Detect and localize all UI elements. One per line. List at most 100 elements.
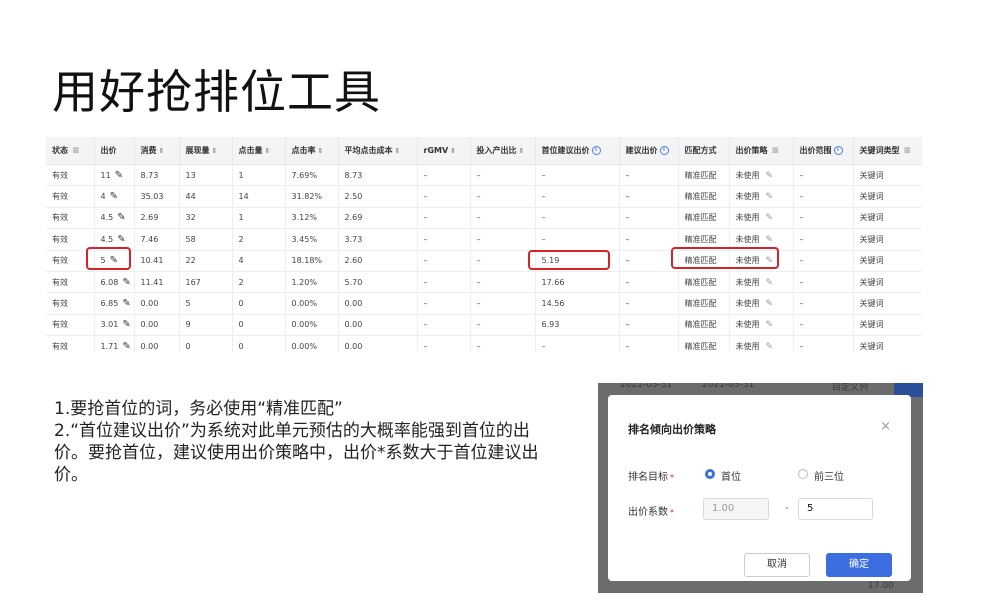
confirm-button[interactable]: 确定	[826, 553, 892, 577]
table-row: 有效 4.5 ✎ 7.46 58 2 3.45% 3.73– – – – 精准匹配 未使用 ✎ – 关键词	[46, 228, 922, 251]
table-cell: 2.69	[338, 207, 418, 230]
table-cell: –	[535, 207, 620, 230]
radio-first-label[interactable]: 首位	[721, 468, 741, 483]
radio-first[interactable]	[705, 469, 715, 479]
menu-icon[interactable]: ≡	[72, 146, 80, 156]
table-cell: 44	[179, 185, 233, 208]
edit-icon[interactable]: ✎	[122, 277, 130, 288]
column-header[interactable]: 出价策略 ≡	[729, 137, 794, 165]
table-cell: 2	[232, 228, 286, 251]
column-header[interactable]: 关键词类型 ≡	[853, 137, 922, 165]
edit-icon[interactable]: ✎	[117, 212, 125, 223]
table-cell: 0	[232, 292, 286, 315]
table-cell: –	[619, 335, 679, 352]
highlight-first-bid-cell	[528, 250, 610, 270]
table-header-row: 状态 ≡ 出价 消费 ⇕ 展现量 ⇕ 点击量 ⇕ 点击率 ⇕ 平均点击成本 ⇕ rGMV ⇕ 投入产出比 ⇕ 首位…	[46, 137, 922, 165]
table-cell: –	[417, 250, 471, 272]
menu-icon[interactable]: ≡	[772, 146, 780, 156]
edit-strategy-icon[interactable]: ✎	[766, 192, 774, 202]
edit-icon[interactable]: ✎	[110, 191, 118, 202]
table-row: 有效 6.85 ✎ 0.00 5 0 0.00% 0.00– –14.56– 精准匹配 未使用 ✎ – 关…	[46, 292, 922, 315]
table-cell: –	[793, 271, 854, 294]
menu-icon[interactable]: ≡	[904, 146, 912, 156]
column-header[interactable]: 消费 ⇕	[134, 137, 180, 165]
cancel-button[interactable]: 取消	[744, 553, 810, 577]
edit-icon[interactable]: ✎	[122, 319, 130, 330]
table-cell: –	[619, 250, 679, 272]
note-1: 1.要抢首位的词，务必使用“精准匹配”	[54, 399, 343, 419]
column-header[interactable]: 状态 ≡	[46, 137, 95, 165]
edit-icon[interactable]: ✎	[122, 298, 130, 309]
sort-icon[interactable]: ⇕	[212, 147, 218, 155]
table-cell: 关键词	[853, 228, 922, 251]
edit-strategy-icon[interactable]: ✎	[766, 320, 774, 330]
table-cell: 1	[232, 164, 286, 187]
sort-icon[interactable]: ⇕	[159, 147, 165, 155]
table-cell: 6.08 ✎	[94, 271, 135, 294]
table-cell: –	[535, 185, 620, 208]
table-cell: 18.18%	[285, 250, 339, 272]
table-cell: 8.73	[134, 164, 180, 187]
table-cell: 6.93	[535, 314, 620, 337]
close-icon[interactable]: ×	[880, 419, 891, 434]
sort-icon[interactable]: ⇕	[395, 147, 401, 155]
table-cell: 精准匹配	[678, 207, 730, 230]
sort-icon[interactable]: ⇕	[450, 147, 456, 155]
table-cell: –	[793, 228, 854, 251]
column-header[interactable]: 投入产出比 ⇕	[470, 137, 536, 165]
table-cell: 关键词	[853, 250, 922, 272]
table-cell: 有效	[46, 164, 95, 187]
table-cell: 1	[232, 207, 286, 230]
bg-custom-columns: 目定义列	[832, 383, 869, 393]
table-cell: 14	[232, 185, 286, 208]
table-cell: –	[793, 292, 854, 315]
column-header[interactable]: 平均点击成本 ⇕	[338, 137, 418, 165]
table-cell: –	[417, 314, 471, 337]
keyword-table: 状态 ≡ 出价 消费 ⇕ 展现量 ⇕ 点击量 ⇕ 点击率 ⇕ 平均点击成本 ⇕ rGMV ⇕ 投入产出比 ⇕ 首位…	[46, 137, 922, 352]
edit-strategy-icon[interactable]: ✎	[766, 213, 774, 223]
table-cell: –	[470, 250, 536, 272]
table-cell: 1.71 ✎	[94, 335, 135, 352]
table-cell: 关键词	[853, 271, 922, 294]
radio-top3[interactable]	[798, 469, 808, 479]
bg-date-end: 2021-03-31	[702, 383, 755, 390]
edit-icon[interactable]: ✎	[122, 341, 130, 352]
sort-icon[interactable]: ⇕	[265, 147, 271, 155]
column-header: 建议出价 i	[619, 137, 679, 165]
table-cell: 有效	[46, 314, 95, 337]
table-cell: 22	[179, 250, 233, 272]
table-cell: –	[417, 207, 471, 230]
sort-icon[interactable]: ⇕	[318, 147, 324, 155]
sort-icon[interactable]: ⇕	[519, 147, 525, 155]
table-cell: 未使用 ✎	[729, 185, 794, 208]
radio-top3-label[interactable]: 前三位	[814, 468, 844, 483]
edit-strategy-icon[interactable]: ✎	[766, 171, 774, 181]
notes: 1.要抢首位的词，务必使用“精准匹配” 2.“首位建议出价”为系统对此单元预估的…	[54, 398, 554, 486]
table-cell: –	[470, 292, 536, 315]
edit-strategy-icon[interactable]: ✎	[766, 278, 774, 288]
table-cell: 5.70	[338, 271, 418, 294]
edit-icon[interactable]: ✎	[115, 170, 123, 181]
table-cell: 0.00%	[285, 292, 339, 315]
table-cell: 有效	[46, 207, 95, 230]
table-cell: 有效	[46, 292, 95, 315]
table-cell: –	[793, 164, 854, 187]
column-header[interactable]: 点击量 ⇕	[232, 137, 286, 165]
column-header[interactable]: 点击率 ⇕	[285, 137, 339, 165]
table-row: 有效 11 ✎ 8.73 13 1 7.69% 8.73– – – – 精准匹配 未使用 ✎ – 关键词	[46, 164, 922, 187]
table-cell: 未使用 ✎	[729, 292, 794, 315]
edit-icon[interactable]: ✎	[117, 234, 125, 245]
table-cell: 2	[232, 271, 286, 294]
column-header[interactable]: 展现量 ⇕	[179, 137, 233, 165]
edit-strategy-icon[interactable]: ✎	[766, 299, 774, 309]
coef-max-field[interactable]: 5	[798, 498, 873, 520]
dialog-title: 排名倾向出价策略	[628, 423, 716, 436]
table-cell: 关键词	[853, 164, 922, 187]
table-cell: 有效	[46, 271, 95, 294]
coef-separator: -	[785, 503, 789, 514]
edit-strategy-icon[interactable]: ✎	[766, 342, 774, 352]
table-cell: 2.50	[338, 185, 418, 208]
column-header[interactable]: rGMV ⇕	[417, 137, 471, 165]
edit-strategy-icon[interactable]: ✎	[766, 235, 774, 245]
table-cell: 32	[179, 207, 233, 230]
